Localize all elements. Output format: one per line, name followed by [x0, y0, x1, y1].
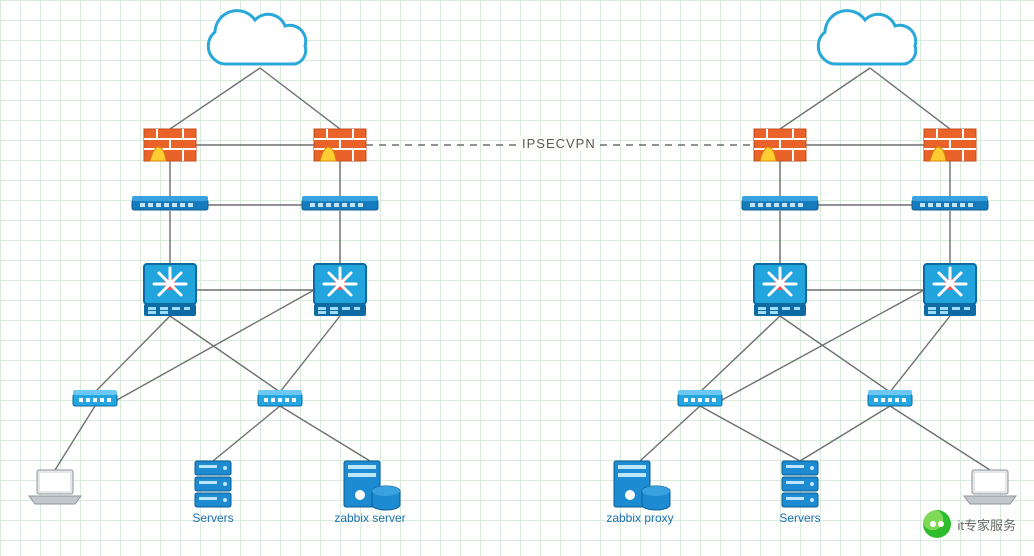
watermark: it专家服务	[923, 510, 1016, 538]
topology-link	[170, 68, 260, 129]
topology-link	[280, 406, 370, 461]
cloud-icon	[208, 11, 305, 64]
core-icon	[314, 264, 366, 316]
access-icon	[73, 390, 117, 406]
cloud-icon	[818, 11, 915, 64]
topology-link	[870, 68, 950, 129]
topology-link	[780, 316, 890, 392]
core-icon	[144, 264, 196, 316]
dbserver-icon	[614, 461, 670, 510]
topology-link	[280, 316, 340, 392]
topology-link	[95, 316, 170, 392]
switch-icon	[132, 196, 208, 210]
wechat-icon	[923, 510, 951, 538]
access-icon	[678, 390, 722, 406]
server-icon	[195, 461, 231, 507]
dbserver-icon	[344, 461, 400, 510]
topology-link	[800, 406, 890, 461]
node-label: zabbix server	[310, 511, 430, 525]
topology-link	[260, 68, 340, 129]
switch-icon	[302, 196, 378, 210]
core-icon	[754, 264, 806, 316]
switch-icon	[742, 196, 818, 210]
server-icon	[782, 461, 818, 507]
node-label: Servers	[153, 511, 273, 525]
firewall-icon	[314, 129, 366, 161]
firewall-icon	[144, 129, 196, 161]
ipsecvpn-link-label: IPSECVPN	[518, 136, 600, 151]
topology-link	[55, 406, 95, 470]
topology-link	[640, 406, 700, 461]
firewall-icon	[924, 129, 976, 161]
switch-icon	[912, 196, 988, 210]
laptop-icon	[29, 470, 81, 504]
node-label: Servers	[740, 511, 860, 525]
access-icon	[868, 390, 912, 406]
topology-link	[700, 316, 780, 392]
topology-canvas	[0, 0, 1034, 556]
laptop-icon	[964, 470, 1016, 504]
topology-link	[722, 290, 924, 400]
topology-link	[890, 406, 990, 470]
firewall-icon	[754, 129, 806, 161]
access-icon	[258, 390, 302, 406]
core-icon	[924, 264, 976, 316]
topology-link	[890, 316, 950, 392]
node-label: zabbix proxy	[580, 511, 700, 525]
topology-link	[170, 316, 280, 392]
topology-link	[780, 68, 870, 129]
topology-link	[700, 406, 800, 461]
watermark-text: it专家服务	[957, 515, 1016, 534]
topology-link	[213, 406, 280, 461]
